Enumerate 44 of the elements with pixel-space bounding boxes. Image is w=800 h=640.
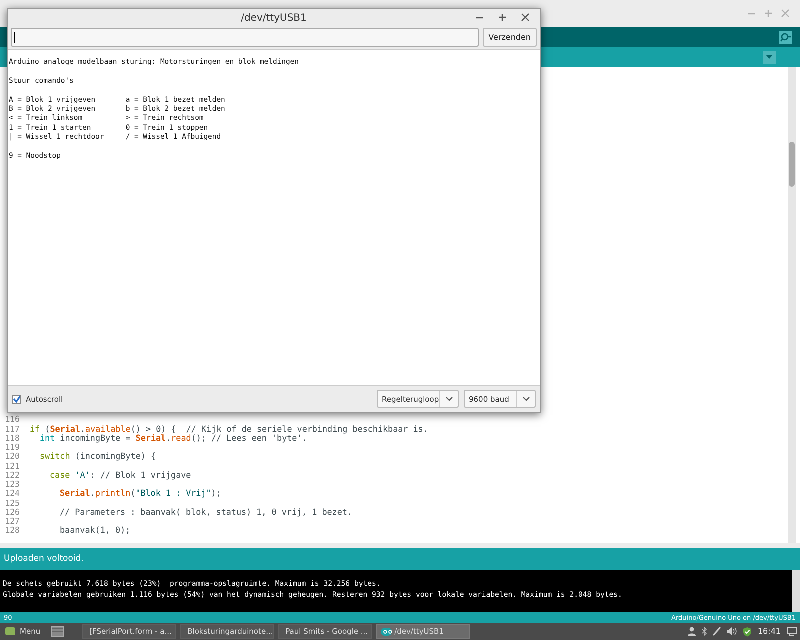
scrollbar[interactable] — [788, 67, 796, 543]
code-line: int incomingByte = Serial.read(); // Lees een 'byte'. — [40, 432, 308, 443]
bluetooth-icon[interactable] — [702, 627, 707, 636]
line-number: 127 — [4, 516, 20, 526]
line-number: 124 — [4, 488, 20, 498]
user-icon[interactable] — [688, 627, 696, 636]
chevron-icon — [446, 397, 453, 401]
line-number: 122 — [4, 470, 20, 480]
shield-icon[interactable] — [742, 626, 752, 636]
chevron-icon — [522, 397, 530, 401]
line-number: 125 — [4, 498, 20, 508]
show-desktop-icon[interactable] — [50, 626, 64, 637]
line-number: 121 — [4, 460, 20, 471]
clock: 16:41 — [758, 627, 781, 636]
close-icon[interactable] — [521, 13, 530, 22]
line-number: 119 — [4, 442, 20, 452]
code-line: Serial.println("Blok 1 : Vrij"); — [60, 488, 222, 498]
line-number: 118 — [4, 432, 20, 443]
send-button[interactable]: Verzenden — [482, 28, 537, 47]
window-title: /dev/ttyUSB1 — [241, 12, 307, 24]
scrollbar[interactable] — [792, 570, 800, 612]
infinity-icon — [380, 628, 392, 636]
tab-menu-button[interactable] — [763, 50, 776, 64]
logo-icon — [5, 627, 16, 636]
speaker-icon[interactable] — [726, 627, 737, 636]
serial-monitor-button[interactable] — [779, 30, 792, 44]
code-line: if (Serial.available() > 0) { // Kijk of de seriele verbinding beschikbaar is. — [30, 424, 428, 434]
caret-icon — [766, 55, 773, 59]
code-line: case 'A': // Blok 1 vrijgave — [50, 470, 192, 480]
line-number: 116 — [4, 414, 20, 424]
input-field[interactable] — [11, 28, 479, 47]
code-line: // Parameters : baanvak( blok, status) 1, 0 vrij, 1 bezet. — [60, 506, 352, 517]
line-number: 126 — [4, 506, 20, 517]
code-line: baanvak(1, 0); — [60, 525, 131, 536]
magnifier-icon — [780, 32, 791, 42]
code-line: switch (incomingByte) { — [40, 451, 156, 462]
network-icon[interactable] — [712, 627, 721, 636]
line-number: 117 — [4, 424, 20, 434]
autoscroll-checkbox[interactable] — [12, 394, 21, 404]
line-number: 128 — [4, 525, 20, 536]
status-message: Uploaden voltooid. — [0, 548, 800, 570]
line-number: 120 — [4, 451, 20, 462]
maximize-icon[interactable] — [498, 13, 507, 22]
line-number: 123 — [4, 479, 20, 490]
